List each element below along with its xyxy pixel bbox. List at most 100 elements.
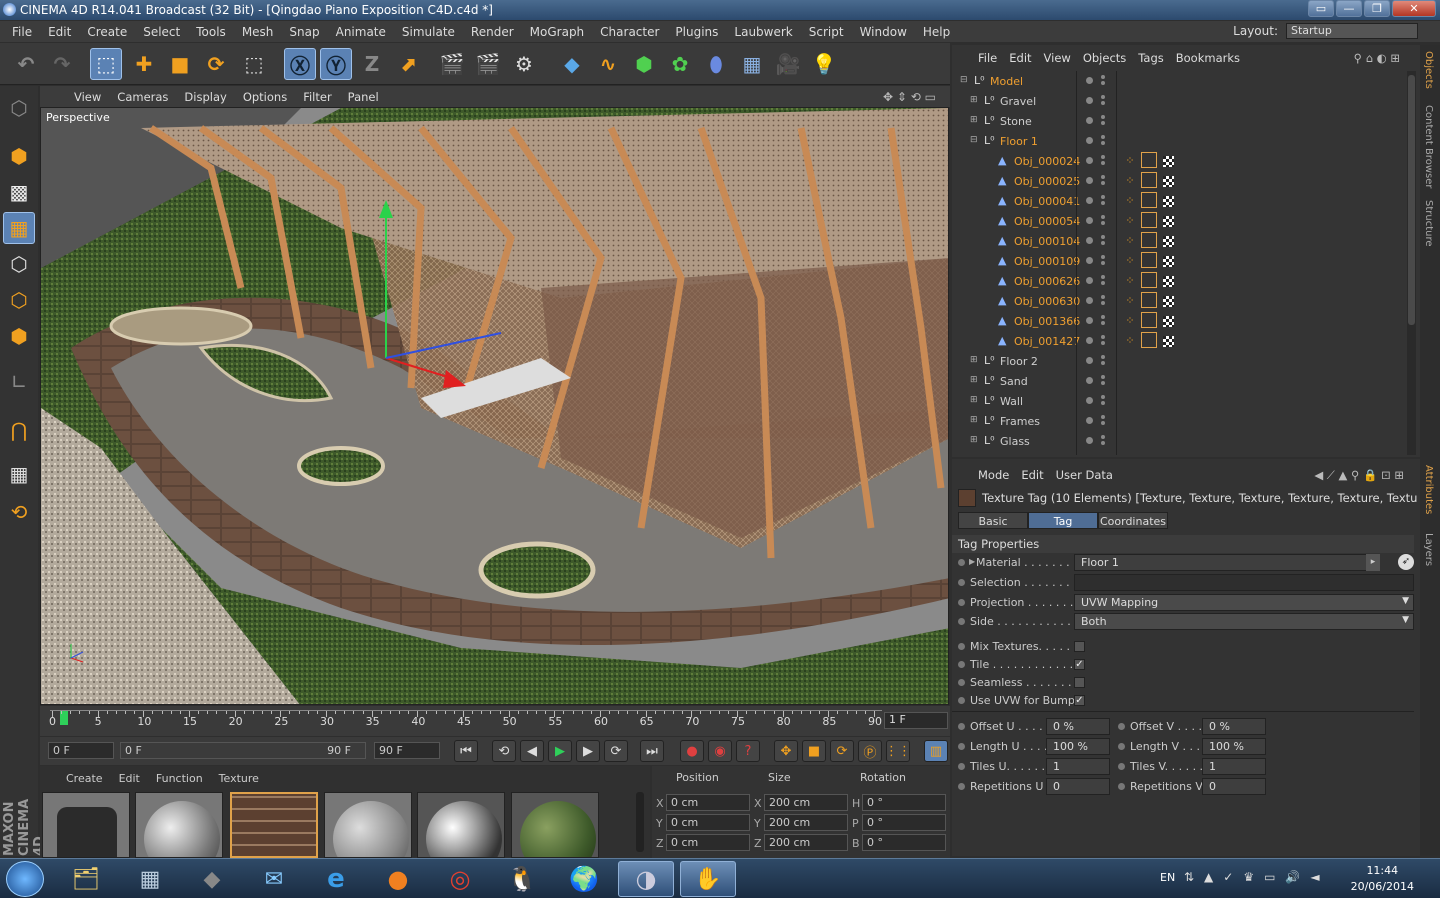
texture-tag-icon[interactable] [1141,212,1157,228]
material-swatch[interactable] [324,792,412,858]
render-visibility-dot[interactable] [1101,155,1105,159]
vp-menu-view[interactable]: View [66,90,109,104]
vp-menu-options[interactable]: Options [235,90,295,104]
go-to-end-icon[interactable]: ⏭ [640,740,664,762]
menu-mograph[interactable]: MoGraph [522,25,593,39]
object-row[interactable]: ▲ Obj_000104 ⁘ [956,231,1406,251]
object-row[interactable]: ⊞ L⁰ Floor 2 [956,351,1406,371]
viewport-nav-icons[interactable]: ✥ ⇕ ⟲ ▭ [875,90,944,104]
undo-icon[interactable]: ↶ [10,48,42,80]
calculator-taskbar-icon[interactable]: ▦ [122,861,178,897]
previous-key-icon[interactable]: ⟲ [492,740,516,762]
uvw-tag-icon[interactable] [1160,312,1176,328]
menu-character[interactable]: Character [592,25,667,39]
current-frame-field[interactable]: 1 F [884,712,948,729]
expand-toggle-icon[interactable]: ⊞ [970,355,978,365]
tile-checkbox[interactable]: ✓ [1074,659,1085,670]
render-visibility-dot[interactable] [1101,375,1105,379]
menu-snap[interactable]: Snap [281,25,327,39]
menu-window[interactable]: Window [852,25,915,39]
size-x-field[interactable]: 200 cm [764,794,848,811]
uvw-tag-icon[interactable] [1160,212,1176,228]
expand-toggle-icon[interactable]: ⊞ [970,115,978,125]
mat-menu-create[interactable]: Create [58,772,111,785]
editor-visibility-dot[interactable] [1086,197,1093,204]
object-row[interactable]: ▲ Obj_000025 ⁘ [956,171,1406,191]
editor-visibility-dot[interactable] [1086,297,1093,304]
key-parameter-icon[interactable]: Ⓟ [858,740,882,762]
obj-search-home-icons[interactable]: ⚲ ⌂ ◐ ⊞ [1348,51,1406,65]
texture-tag-icon[interactable] [1141,292,1157,308]
editor-visibility-dot[interactable] [1086,377,1093,384]
next-key-icon[interactable]: ⟳ [604,740,628,762]
z-axis-lock-icon[interactable]: Z [356,48,388,80]
key-rotation-icon[interactable]: ⟳ [830,740,854,762]
menu-plugins[interactable]: Plugins [667,25,726,39]
autokey-icon[interactable]: ◉ [708,740,732,762]
make-editable-icon[interactable]: ⬡ [3,92,35,124]
chrome-taskbar-icon[interactable]: ◎ [432,861,488,897]
editor-visibility-dot[interactable] [1086,337,1093,344]
object-row[interactable]: ⊞ L⁰ Gravel [956,91,1406,111]
mat-menu-function[interactable]: Function [148,772,211,785]
tiles-v-field[interactable]: 1 [1202,758,1266,775]
render-visibility-dot[interactable] [1101,235,1105,239]
position-z-field[interactable]: 0 cm [666,834,750,851]
length-v-field[interactable]: 100 % [1202,738,1266,755]
spline-icon[interactable]: ∿ [592,48,624,80]
mail-taskbar-icon[interactable]: ✉ [246,861,302,897]
menu-help[interactable]: Help [915,25,958,39]
render-visibility-dot[interactable] [1101,335,1105,339]
points-mode-icon[interactable]: ⬡ [3,248,35,280]
editor-visibility-dot[interactable] [1086,177,1093,184]
render-settings-icon[interactable]: ⚙ [508,48,540,80]
rotation-b-field[interactable]: 0 ° [862,834,946,851]
vp-menu-panel[interactable]: Panel [340,90,387,104]
phong-tag-icon[interactable]: ⁘ [1122,292,1138,308]
texture-tag-icon[interactable] [1141,232,1157,248]
object-row[interactable]: ▲ Obj_001427 ⁘ [956,331,1406,351]
object-row[interactable]: ⊞ L⁰ Glass [956,431,1406,451]
clock[interactable]: 11:44 20/06/2014 [1351,863,1414,895]
editor-visibility-dot[interactable] [1086,357,1093,364]
vp-menu-cameras[interactable]: Cameras [109,90,176,104]
obj-menu-tags[interactable]: Tags [1132,51,1169,65]
editor-visibility-dot[interactable] [1086,137,1093,144]
object-row[interactable]: ▲ Obj_000626 ⁘ [956,271,1406,291]
phong-tag-icon[interactable]: ⁘ [1122,192,1138,208]
material-link-arrow-icon[interactable]: ▸ [1366,554,1380,571]
editor-visibility-dot[interactable] [1086,437,1093,444]
subdivision-surface-icon[interactable]: ⬢ [628,48,660,80]
object-row[interactable]: ▲ Obj_000041 ⁘ [956,191,1406,211]
editor-visibility-dot[interactable] [1086,257,1093,264]
language-indicator[interactable]: EN [1160,871,1175,884]
render-visibility-dot[interactable] [1101,275,1105,279]
uvw-tag-icon[interactable] [1160,172,1176,188]
uvw-tag-icon[interactable] [1160,252,1176,268]
phong-tag-icon[interactable]: ⁘ [1122,332,1138,348]
internet-explorer-taskbar-icon[interactable]: e [308,861,364,897]
render-visibility-dot[interactable] [1101,115,1105,119]
preview-range-slider[interactable]: 0 F 90 F [120,742,366,759]
phong-tag-icon[interactable]: ⁘ [1122,312,1138,328]
texture-tag-icon[interactable] [1141,192,1157,208]
expand-toggle-icon[interactable]: ⊞ [970,375,978,385]
editor-visibility-dot[interactable] [1086,97,1093,104]
x-axis-lock-icon[interactable]: Ⓧ [284,48,316,80]
menu-animate[interactable]: Animate [328,25,394,39]
timeline-window-icon[interactable]: ▥ [924,740,948,762]
polygons-mode-icon[interactable]: ⬢ [3,320,35,352]
timeline[interactable]: 0 5 10 15 20 25 30 35 40 45 50 55 60 65 70 75 80 85 90 1 F [40,706,950,736]
editor-visibility-dot[interactable] [1086,217,1093,224]
menu-script[interactable]: Script [801,25,852,39]
rotation-p-field[interactable]: 0 ° [862,814,946,831]
texture-tag-icon[interactable] [1141,252,1157,268]
object-row[interactable]: ⊞ L⁰ Wall [956,391,1406,411]
explorer-taskbar-icon[interactable]: 🗂 [58,861,114,897]
rotation-h-field[interactable]: 0 ° [862,794,946,811]
render-visibility-dot[interactable] [1101,355,1105,359]
edges-mode-icon[interactable]: ⬡ [3,284,35,316]
expand-toggle-icon[interactable]: ⊞ [970,395,978,405]
rotate-icon[interactable]: ⟳ [200,48,232,80]
tiles-u-field[interactable]: 1 [1046,758,1110,775]
